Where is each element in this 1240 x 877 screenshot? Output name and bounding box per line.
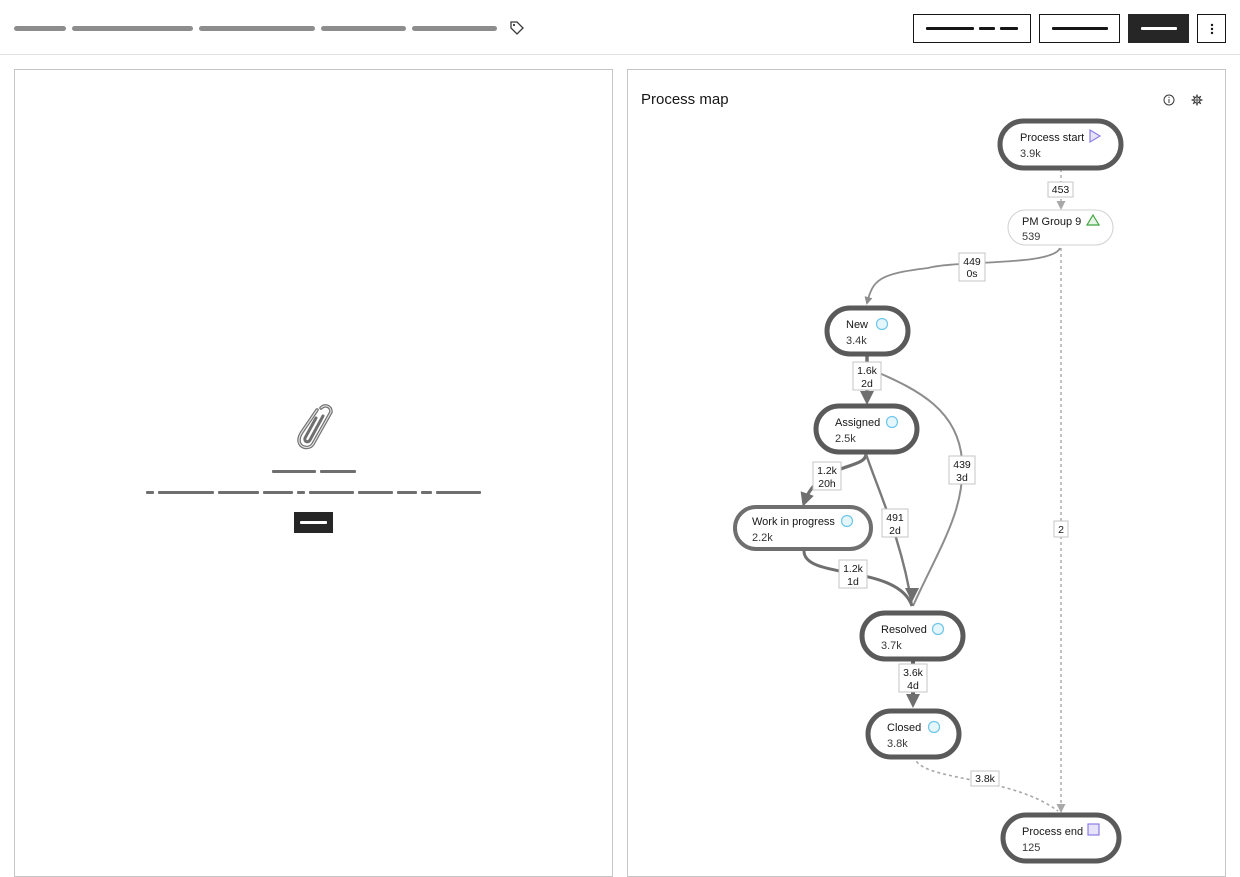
paperclip-icon	[296, 404, 333, 450]
svg-text:1.6k: 1.6k	[857, 365, 878, 377]
overflow-menu-button[interactable]	[1197, 14, 1226, 43]
tertiary-action-button[interactable]	[1039, 14, 1120, 43]
breadcrumb-item[interactable]	[199, 25, 315, 31]
svg-text:3.6k: 3.6k	[903, 667, 924, 679]
process-map-panel: Process map 453 449 0s 1.6k 2d 439 3d 1.…	[627, 69, 1226, 877]
edge-label: 1.2k 1d	[838, 559, 868, 589]
svg-text:New: New	[846, 319, 868, 331]
header-actions	[913, 14, 1226, 43]
svg-text:Assigned: Assigned	[835, 417, 880, 429]
edge-label: 3.6k 4d	[898, 663, 928, 693]
svg-text:1.2k: 1.2k	[817, 465, 838, 477]
edge-label: 1.2k 20h	[812, 461, 842, 491]
svg-text:1.2k: 1.2k	[843, 563, 864, 575]
edge-label: 1.6k 2d	[852, 361, 882, 391]
circle-icon	[931, 622, 945, 636]
breadcrumb-item[interactable]	[72, 25, 193, 31]
edge-label: 3.8k	[970, 770, 1000, 787]
svg-text:3.8k: 3.8k	[975, 773, 996, 785]
svg-text:439: 439	[953, 459, 971, 471]
node-closed[interactable]: Closed 3.8k	[865, 708, 962, 760]
node-assigned[interactable]: Assigned 2.5k	[813, 403, 920, 455]
svg-text:3.8k: 3.8k	[887, 738, 908, 750]
svg-text:125: 125	[1022, 842, 1040, 854]
secondary-action-button[interactable]	[913, 14, 1031, 43]
svg-text:PM Group 9: PM Group 9	[1022, 216, 1081, 228]
tag-icon[interactable]	[509, 20, 525, 36]
empty-state-title	[271, 470, 356, 473]
circle-icon	[875, 317, 889, 331]
svg-text:Closed: Closed	[887, 722, 921, 734]
svg-text:3.7k: 3.7k	[881, 640, 902, 652]
empty-state-description	[146, 491, 481, 494]
top-bar	[0, 0, 1240, 55]
svg-text:Process end: Process end	[1022, 826, 1083, 838]
kebab-icon	[1210, 23, 1213, 34]
breadcrumb	[14, 20, 525, 36]
svg-text:Process start: Process start	[1020, 132, 1084, 144]
svg-text:2.5k: 2.5k	[835, 433, 856, 445]
breadcrumb-item[interactable]	[14, 25, 66, 31]
svg-text:3.4k: 3.4k	[846, 335, 867, 347]
breadcrumb-item[interactable]	[321, 25, 406, 31]
svg-text:2.2k: 2.2k	[752, 532, 773, 544]
circle-icon	[927, 720, 941, 734]
svg-text:20h: 20h	[818, 478, 836, 490]
svg-text:2d: 2d	[889, 525, 901, 537]
svg-text:2: 2	[1058, 524, 1064, 536]
process-map-canvas: 453 449 0s 1.6k 2d 439 3d 1.2k 20h 491 2…	[733, 118, 1124, 864]
node-resolved[interactable]: Resolved 3.7k	[859, 610, 966, 662]
svg-text:3.9k: 3.9k	[1020, 148, 1041, 160]
node-new[interactable]: New 3.4k	[824, 305, 911, 357]
svg-text:2d: 2d	[861, 378, 873, 390]
svg-text:Resolved: Resolved	[881, 624, 927, 636]
svg-text:539: 539	[1022, 231, 1040, 243]
node-process-end[interactable]: Process end 125	[1000, 812, 1122, 864]
svg-text:0s: 0s	[966, 268, 977, 280]
node-work-in-progress[interactable]: Work in progress 2.2k	[733, 505, 873, 551]
edge-label: 453	[1047, 181, 1074, 198]
svg-text:1d: 1d	[847, 576, 859, 588]
edge-label: 491 2d	[881, 508, 909, 538]
edge-label: 439 3d	[948, 455, 976, 485]
empty-state-button[interactable]	[294, 512, 333, 533]
svg-text:449: 449	[963, 256, 981, 268]
svg-text:453: 453	[1052, 184, 1070, 196]
edge-label: 449 0s	[958, 252, 986, 282]
svg-text:Work in progress: Work in progress	[752, 516, 835, 528]
node-pm-group[interactable]: PM Group 9 539	[1007, 209, 1114, 246]
empty-state	[15, 400, 612, 533]
circle-icon	[840, 514, 854, 528]
edge-label: 2	[1053, 520, 1069, 538]
svg-text:491: 491	[886, 512, 904, 524]
node-process-start[interactable]: Process start 3.9k	[997, 118, 1124, 171]
circle-icon	[885, 415, 899, 429]
square-icon	[1087, 823, 1100, 836]
svg-text:3d: 3d	[956, 472, 968, 484]
primary-action-button[interactable]	[1128, 14, 1189, 43]
breadcrumb-item[interactable]	[412, 25, 497, 31]
svg-text:4d: 4d	[907, 680, 919, 692]
attachments-panel	[14, 69, 613, 877]
